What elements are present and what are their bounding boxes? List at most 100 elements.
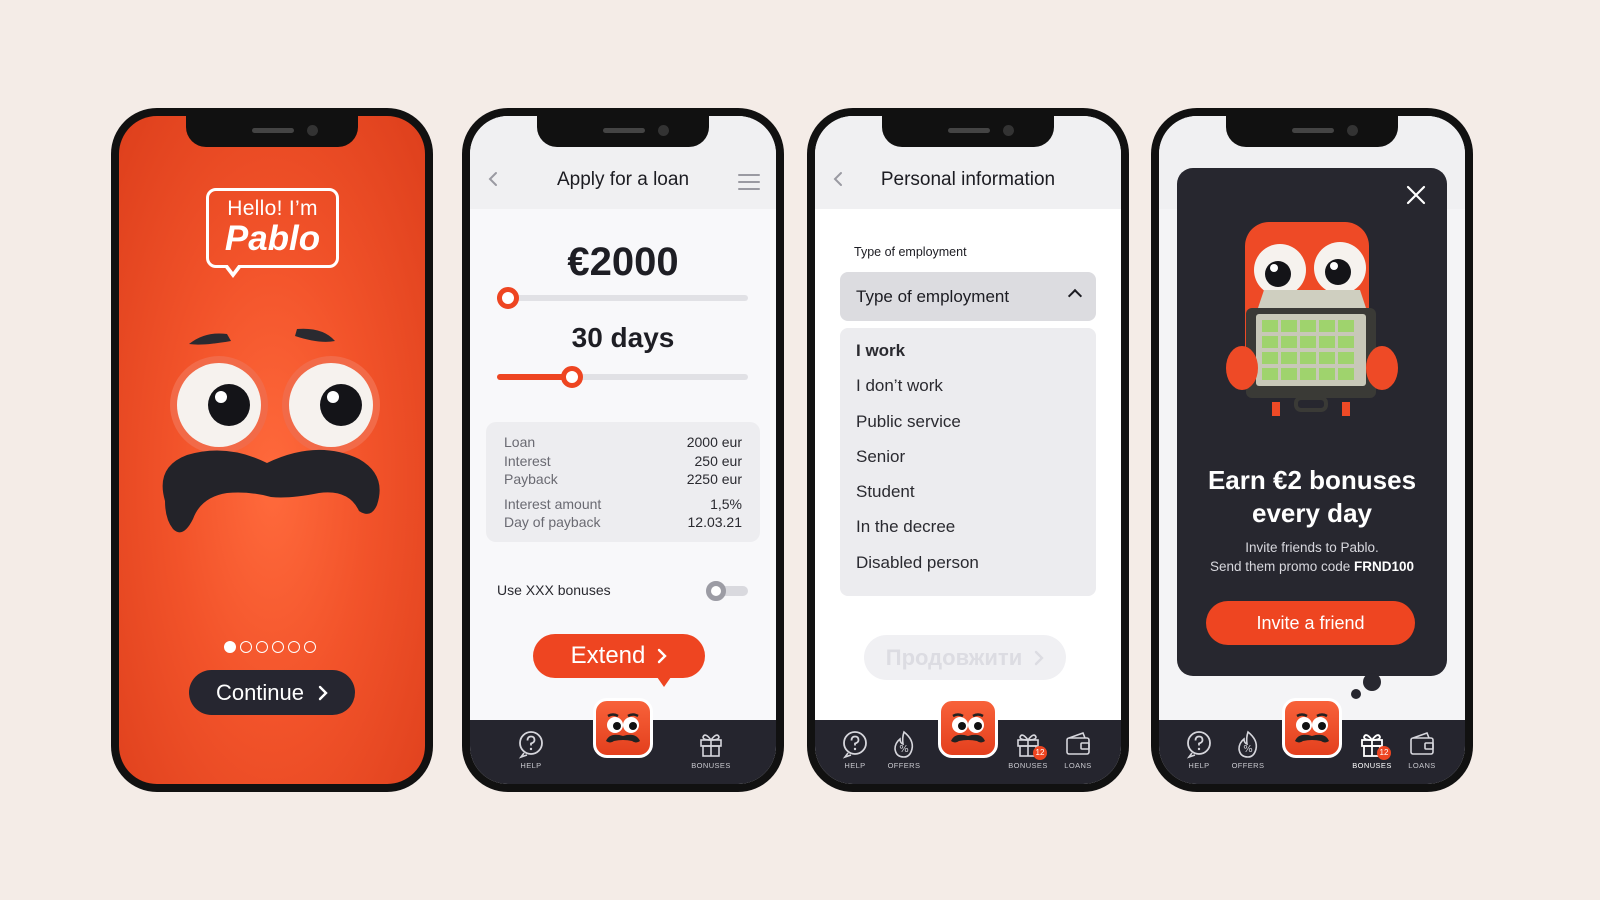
tab-label: OFFERS xyxy=(887,761,921,770)
invite-label: Invite a friend xyxy=(1256,612,1365,633)
help-icon xyxy=(1186,731,1211,759)
pager-dot[interactable] xyxy=(272,641,284,653)
tab-label: BONUSES xyxy=(691,761,731,770)
tab-bonuses[interactable]: BONUSES xyxy=(683,729,739,770)
greeting-bubble: Hello! I’m Pablo xyxy=(206,188,339,278)
employment-option[interactable]: In the decree xyxy=(856,515,1080,550)
pablo-mascot-face xyxy=(162,328,380,533)
employment-option[interactable]: I don’t work xyxy=(856,374,1080,409)
summary-value: 250 eur xyxy=(694,452,742,469)
modal-headline: Earn €2 bonuses every day xyxy=(1207,465,1417,528)
mascot-home-button[interactable] xyxy=(593,698,653,758)
summary-row: Loan 2000 eur xyxy=(504,434,742,453)
term-slider[interactable] xyxy=(497,366,748,388)
mascot-face-icon xyxy=(951,713,985,743)
phone-bonus-popup: Earn €2 bonuses every day Invite friends… xyxy=(1151,108,1473,792)
loan-amount: €2000 xyxy=(567,240,679,284)
mascot-home-button[interactable] xyxy=(938,698,998,758)
tab-bonuses[interactable]: 12 BONUSES xyxy=(1000,729,1056,770)
modal-description-line2: Send them promo code FRND100 xyxy=(1177,557,1447,576)
bonus-toggle[interactable] xyxy=(706,581,748,601)
wallet-icon xyxy=(1066,731,1090,755)
pager-dot[interactable] xyxy=(288,641,300,653)
tab-bar: HELP BONUSES xyxy=(470,698,776,784)
amount-slider[interactable] xyxy=(497,287,748,309)
next-label: Продовжити xyxy=(885,644,1023,670)
loan-term: 30 days xyxy=(571,322,675,353)
greeting-logo: Pablo xyxy=(224,219,321,258)
term-slider-thumb[interactable] xyxy=(561,366,583,388)
tab-offers[interactable]: % OFFERS xyxy=(876,729,932,770)
toggle-knob[interactable] xyxy=(706,581,726,601)
tab-loans[interactable]: LOANS xyxy=(1394,729,1450,770)
employment-option[interactable]: Disabled person xyxy=(856,551,1080,586)
tab-label: BONUSES xyxy=(1352,761,1392,770)
pager-dot[interactable] xyxy=(304,641,316,653)
select-value: Type of employment xyxy=(856,287,1010,306)
invite-friend-button[interactable]: Invite a friend xyxy=(1206,601,1415,645)
page-title: Personal information xyxy=(880,169,1056,190)
tab-bar: HELP % OFFERS 12 BONUSES LOANS xyxy=(1159,698,1465,784)
tab-label: HELP xyxy=(520,761,542,770)
employment-option[interactable]: Senior xyxy=(856,445,1080,480)
employment-option[interactable]: Public service xyxy=(856,410,1080,445)
pager-dot[interactable] xyxy=(240,641,252,653)
promo-prefix: Send them promo code xyxy=(1209,559,1355,574)
tab-loans[interactable]: LOANS xyxy=(1050,729,1106,770)
bonus-toggle-label: Use XXX bonuses xyxy=(497,582,611,598)
amount-slider-thumb[interactable] xyxy=(497,287,519,309)
employment-option[interactable]: Student xyxy=(856,480,1080,515)
mascot-face-icon xyxy=(1295,713,1329,743)
tab-label: HELP xyxy=(844,761,866,770)
next-button[interactable]: Продовжити xyxy=(864,635,1066,680)
summary-label: Payback xyxy=(504,471,558,487)
pager-dot[interactable] xyxy=(224,641,236,653)
close-icon[interactable] xyxy=(1405,184,1427,206)
employment-option[interactable]: I work xyxy=(856,339,1080,374)
bonus-count-badge: 12 xyxy=(1377,746,1391,760)
bonus-popup-screen: Earn €2 bonuses every day Invite friends… xyxy=(1159,116,1465,784)
modal-description-line1: Invite friends to Pablo. xyxy=(1245,540,1379,555)
personal-info-screen: Personal information Type of employment … xyxy=(815,116,1121,784)
summary-row: Interest 250 eur xyxy=(504,453,742,472)
summary-row: Interest amount 1,5% xyxy=(504,496,742,515)
summary-value: 1,5% xyxy=(710,495,742,512)
continue-button[interactable]: Continue xyxy=(189,670,355,715)
phone-personal-info: Personal information Type of employment … xyxy=(807,108,1129,792)
employment-options-list: I work I don’t work Public service Senior St… xyxy=(840,328,1096,596)
tab-label: HELP xyxy=(1188,761,1210,770)
mascot-with-money-case-illustration xyxy=(1226,222,1398,416)
invite-friend-modal: Earn €2 bonuses every day Invite friends… xyxy=(1177,168,1447,676)
tab-offers[interactable]: % OFFERS xyxy=(1220,729,1276,770)
percent-flame-icon: % xyxy=(1238,730,1258,758)
chevron-right-icon xyxy=(1035,650,1044,665)
svg-text:%: % xyxy=(899,744,909,755)
mascot-home-button[interactable] xyxy=(1282,698,1342,758)
modal-description: Invite friends to Pablo. Send them promo… xyxy=(1177,538,1447,576)
summary-label: Interest xyxy=(504,452,551,469)
phone-welcome: Hello! I’m Pablo Continue xyxy=(111,108,433,792)
employment-select[interactable]: Type of employment xyxy=(840,272,1096,321)
tab-bonuses[interactable]: 12 BONUSES xyxy=(1344,729,1400,770)
tab-label: OFFERS xyxy=(1231,761,1265,770)
tab-help[interactable]: HELP xyxy=(827,729,883,770)
summary-value: 2000 eur xyxy=(686,434,742,450)
loan-summary: Loan 2000 eur Interest 250 eur Payback 2250… xyxy=(486,422,760,542)
welcome-screen: Hello! I’m Pablo Continue xyxy=(119,116,425,784)
phone-loan: Apply for a loan €2000 30 days Loan 2000 … xyxy=(462,108,784,792)
pager-dot[interactable] xyxy=(256,641,268,653)
greeting-line1: Hello! I’m xyxy=(227,197,318,220)
extend-button[interactable]: Extend xyxy=(533,634,705,687)
wallet-icon xyxy=(1410,731,1434,755)
tab-help[interactable]: HELP xyxy=(503,729,559,770)
onboarding-pager[interactable] xyxy=(224,641,316,653)
hamburger-menu-icon[interactable] xyxy=(738,174,760,195)
svg-text:%: % xyxy=(1243,744,1253,755)
tab-help[interactable]: HELP xyxy=(1171,729,1227,770)
chevron-up-icon xyxy=(1067,288,1083,304)
gift-icon xyxy=(700,734,722,757)
phone-notch xyxy=(1226,116,1398,147)
summary-row: Day of payback 12.03.21 xyxy=(504,514,742,533)
summary-row: Payback 2250 eur xyxy=(504,471,742,490)
summary-label: Day of payback xyxy=(504,514,601,530)
